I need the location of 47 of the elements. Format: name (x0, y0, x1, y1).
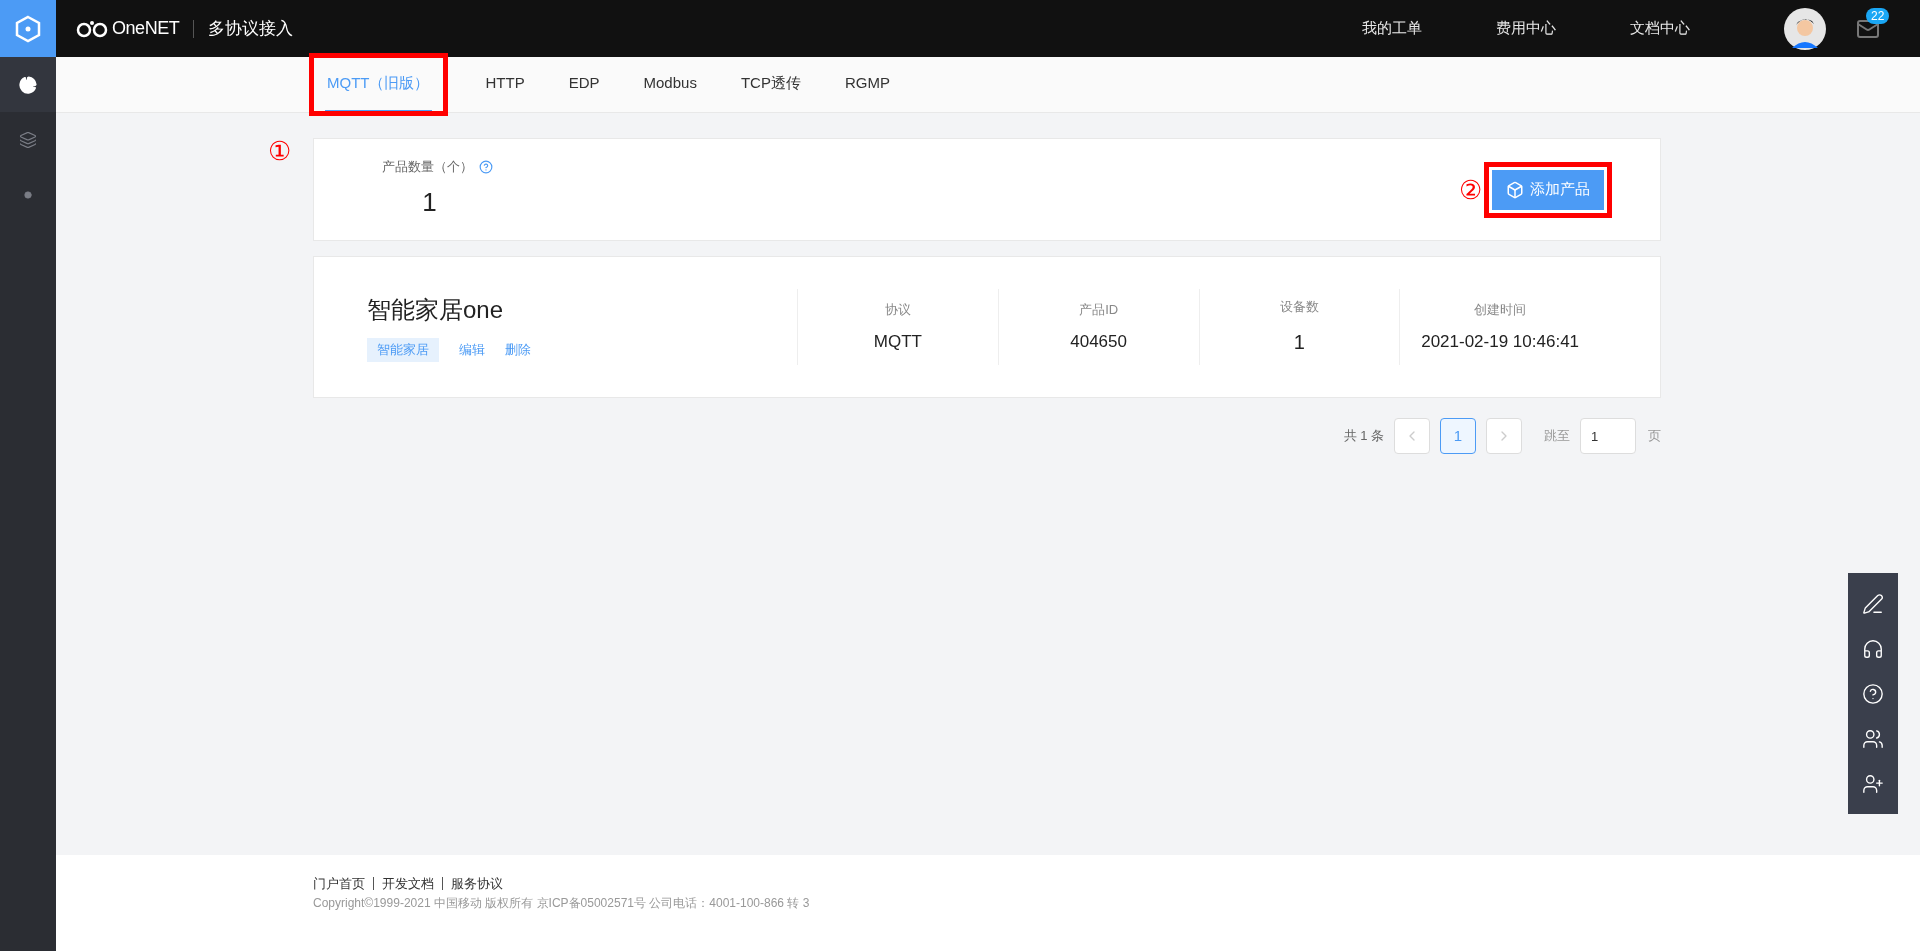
total-count: 共 1 条 (1343, 427, 1384, 446)
annotation-number: ① (268, 138, 291, 164)
tab[interactable]: HTTP (483, 57, 527, 112)
header-link[interactable]: 我的工单 (1362, 17, 1422, 40)
field-label: 协议 (884, 300, 911, 319)
layers-icon (19, 130, 37, 149)
pie-chart-icon (19, 75, 37, 94)
hexagon-icon (15, 14, 41, 43)
users-icon (1862, 727, 1884, 750)
tab[interactable]: Modbus (641, 57, 699, 112)
page-input[interactable]: 1 (1580, 418, 1636, 454)
tab[interactable]: TCP透传 (738, 57, 803, 112)
sidebar-item[interactable] (0, 57, 56, 112)
add-user-icon (1862, 772, 1884, 795)
field-label: 创建时间 (1474, 300, 1527, 319)
logo-text: OneNET (112, 17, 180, 40)
field-value: 404650 (1070, 331, 1127, 353)
product-count: 1 (422, 185, 437, 219)
page-unit: 页 (1648, 427, 1661, 446)
headset-icon (1862, 637, 1884, 660)
avatar[interactable] (1784, 7, 1826, 50)
app-title: 多协议接入 (208, 17, 294, 40)
product-tag: 智能家居 (367, 338, 439, 362)
help-icon[interactable] (479, 160, 493, 174)
jump-label: 跳至 (1544, 427, 1570, 446)
field-value: 1 (1293, 329, 1305, 355)
footer-link[interactable]: 门户首页 (313, 877, 373, 890)
message-count: 22 (1866, 7, 1890, 24)
annotation-number: ② (1459, 176, 1482, 203)
dot-icon (24, 190, 32, 199)
field-label: 产品ID (1079, 300, 1119, 319)
field-value: 2021-02-19 10:46:41 (1421, 331, 1580, 353)
field-label: 设备数 (1279, 298, 1319, 317)
pencil-icon (1862, 592, 1884, 615)
product-name[interactable]: 智能家居one (367, 292, 797, 329)
tab[interactable]: EDP (566, 57, 602, 112)
copyright-text: Copyright©1999-2021 中国移动 版权所有 京ICP备05002571号 公司电话：4001-100-866 转 3 (313, 895, 811, 912)
header-link[interactable]: 费用中心 (1496, 17, 1556, 40)
tab[interactable]: RGMP (842, 57, 892, 112)
field-value: MQTT (873, 331, 922, 353)
header-link[interactable]: 文档中心 (1630, 17, 1690, 40)
footer-link[interactable]: 服务协议 (442, 877, 511, 890)
footer-link[interactable]: 开发文档 (373, 877, 442, 890)
help-icon (1862, 682, 1884, 705)
logo-icon (76, 19, 110, 38)
cube-icon (1506, 180, 1524, 199)
product-count-label: 产品数量（个） (382, 158, 473, 177)
